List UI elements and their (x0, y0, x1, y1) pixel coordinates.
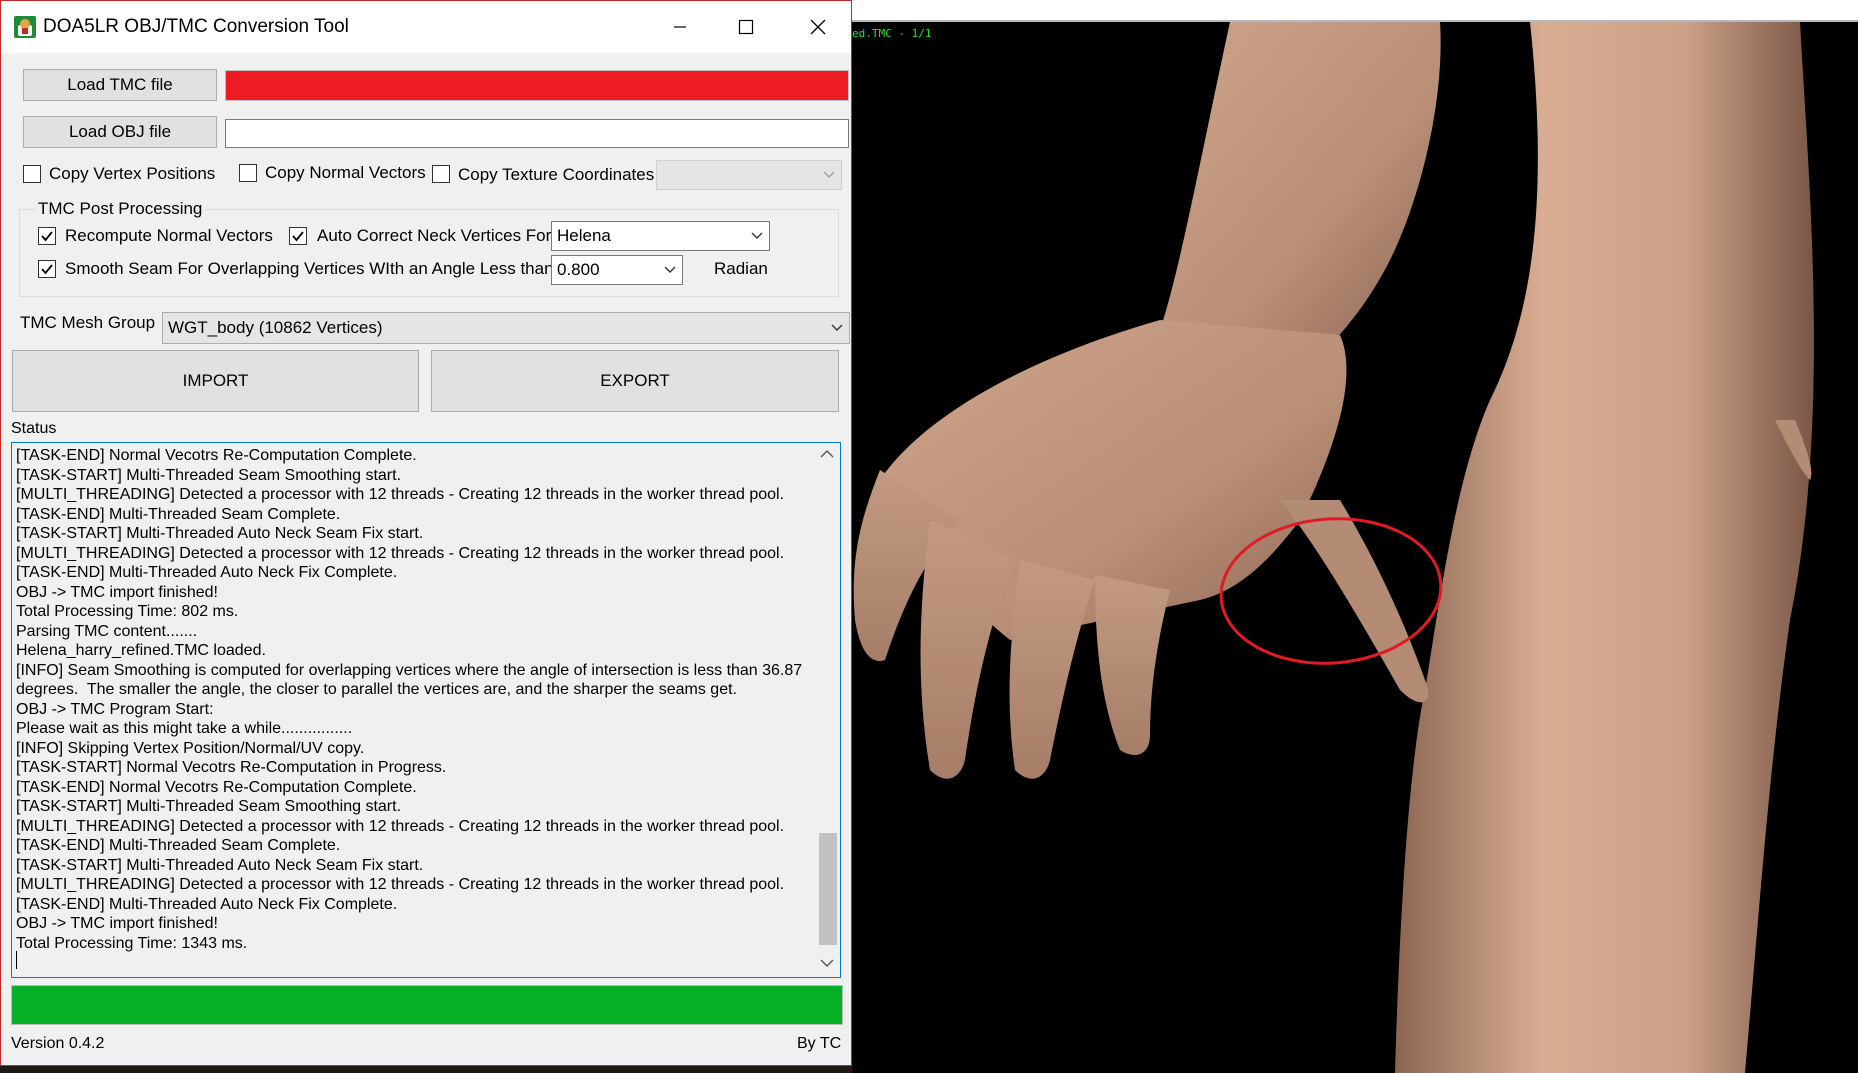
maximize-button[interactable] (713, 1, 779, 53)
viewer-status-text: ed.TMC - 1/1 (852, 27, 932, 40)
import-button[interactable]: IMPORT (12, 350, 419, 412)
status-label: Status (11, 420, 57, 437)
status-log-line: OBJ -> TMC import finished! (16, 583, 218, 601)
chevron-down-icon (831, 324, 843, 331)
scrollbar-thumb[interactable] (819, 833, 837, 945)
load-obj-button[interactable]: Load OBJ file (23, 116, 217, 148)
status-log-line: [TASK-END] Multi-Threaded Seam Complete. (16, 505, 341, 523)
finger-3 (1009, 560, 1095, 779)
minimize-icon (674, 26, 686, 28)
status-log-line: Helena_harry_refined.TMC loaded. (16, 642, 266, 659)
tmc-file-path-field[interactable] (225, 70, 849, 101)
status-log-line: OBJ -> TMC Program Start: (16, 700, 214, 718)
mesh-group-select[interactable]: WGT_body (10862 Vertices) (162, 312, 850, 344)
character-select-value: Helena (557, 226, 611, 245)
export-button[interactable]: EXPORT (431, 350, 839, 412)
version-label: Version 0.4.2 (11, 1035, 105, 1052)
status-log-line: [TASK-END] Multi-Threaded Seam Complete. (16, 837, 341, 854)
status-log-line: Total Processing Time: 802 ms. (16, 603, 239, 620)
close-icon (810, 19, 826, 35)
auto-correct-neck-checkbox[interactable] (289, 227, 307, 245)
smooth-seam-checkbox[interactable] (38, 260, 56, 278)
copy-vertex-positions-checkbox[interactable] (23, 165, 41, 183)
status-log-line: Parsing TMC content....... (16, 622, 198, 640)
angle-unit-label: Radian (714, 259, 768, 278)
recompute-normals-label: Recompute Normal Vectors (65, 226, 273, 245)
text-caret (16, 951, 17, 969)
copy-normal-vectors-label: Copy Normal Vectors (265, 163, 426, 182)
window-title: DOA5LR OBJ/TMC Conversion Tool (43, 16, 349, 37)
post-processing-legend: TMC Post Processing (35, 199, 206, 219)
checkmark-icon (292, 231, 304, 242)
angle-select-value: 0.800 (557, 260, 600, 279)
checkmark-icon (41, 264, 53, 275)
chevron-down-icon (823, 171, 835, 178)
status-log-line: [TASK-START] Multi-Threaded Seam Smoothi… (16, 466, 402, 484)
angle-select[interactable]: 0.800 (551, 255, 683, 285)
obj-file-path-field[interactable] (225, 119, 849, 148)
chevron-down-icon (664, 266, 676, 273)
status-log-line: [TASK-START] Normal Vecotrs Re-Computati… (16, 759, 447, 776)
recompute-normals-checkbox[interactable] (38, 227, 56, 245)
smooth-seam-label: Smooth Seam For Overlapping Vertices WIt… (65, 259, 554, 278)
mesh-group-value: WGT_body (10862 Vertices) (168, 318, 383, 337)
leg-shape (1395, 22, 1814, 1073)
status-log-line: [TASK-START] Multi-Threaded Auto Neck Se… (16, 856, 424, 874)
status-log-line: [INFO] Seam Smoothing is computed for ov… (16, 661, 807, 699)
auto-correct-neck-label: Auto Correct Neck Vertices For (317, 226, 552, 245)
background-strip (0, 1066, 852, 1073)
mesh-group-label: TMC Mesh Group (20, 313, 156, 332)
progress-fill (12, 986, 842, 1024)
status-log-line: [MULTI_THREADING] Detected a processor w… (16, 544, 785, 562)
status-log-line: [TASK-END] Normal Vecotrs Re-Computation… (16, 447, 417, 464)
scroll-down-icon[interactable] (820, 958, 834, 968)
status-log-line: [TASK-START] Multi-Threaded Seam Smoothi… (16, 798, 402, 815)
status-log-line: [TASK-START] Multi-Threaded Auto Neck Se… (16, 525, 424, 542)
texture-coordinate-select[interactable] (656, 160, 842, 190)
character-select[interactable]: Helena (551, 221, 770, 251)
progress-bar (11, 985, 843, 1025)
status-log-line: OBJ -> TMC import finished! (16, 915, 218, 932)
forearm-shape (1160, 22, 1441, 345)
copy-texture-coordinates-label: Copy Texture Coordinates (458, 165, 655, 184)
status-log-lines: [TASK-END] Normal Vecotrs Re-Computation… (16, 446, 816, 953)
status-log-line: [MULTI_THREADING] Detected a processor w… (16, 817, 785, 835)
finger-2 (920, 520, 1015, 779)
status-log-line: [TASK-END] Multi-Threaded Auto Neck Fix … (16, 564, 398, 581)
status-log-line: [INFO] Skipping Vertex Position/Normal/U… (16, 739, 365, 757)
author-label: By TC (797, 1035, 842, 1052)
maximize-icon (738, 19, 754, 35)
scroll-up-icon[interactable] (820, 449, 834, 459)
status-log-line: [TASK-END] Multi-Threaded Auto Neck Fix … (16, 895, 398, 913)
status-log[interactable]: [TASK-END] Normal Vecotrs Re-Computation… (11, 442, 841, 978)
status-log-line: Total Processing Time: 1343 ms. (16, 934, 248, 952)
status-log-line: [MULTI_THREADING] Detected a processor w… (16, 486, 785, 503)
finger-4 (1095, 575, 1170, 755)
copy-vertex-positions-label: Copy Vertex Positions (49, 164, 216, 183)
close-button[interactable] (785, 1, 851, 53)
title-bar[interactable]: DOA5LR OBJ/TMC Conversion Tool (1, 1, 851, 53)
status-log-line: [MULTI_THREADING] Detected a processor w… (16, 876, 785, 893)
status-log-line: Please wait as this might take a while..… (16, 720, 353, 737)
checkmark-icon (41, 231, 53, 242)
copy-normal-vectors-checkbox[interactable] (239, 164, 257, 182)
app-icon (14, 16, 36, 38)
thumb-shape (1280, 500, 1429, 703)
status-log-line: [TASK-END] Normal Vecotrs Re-Computation… (16, 778, 417, 796)
minimize-button[interactable] (647, 1, 713, 53)
load-tmc-button[interactable]: Load TMC file (23, 69, 217, 101)
conversion-tool-window: DOA5LR OBJ/TMC Conversion Tool Load TMC … (0, 0, 852, 1066)
status-log-scrollbar[interactable] (816, 443, 840, 977)
copy-texture-coordinates-checkbox[interactable] (432, 165, 450, 183)
chevron-down-icon (751, 232, 763, 239)
